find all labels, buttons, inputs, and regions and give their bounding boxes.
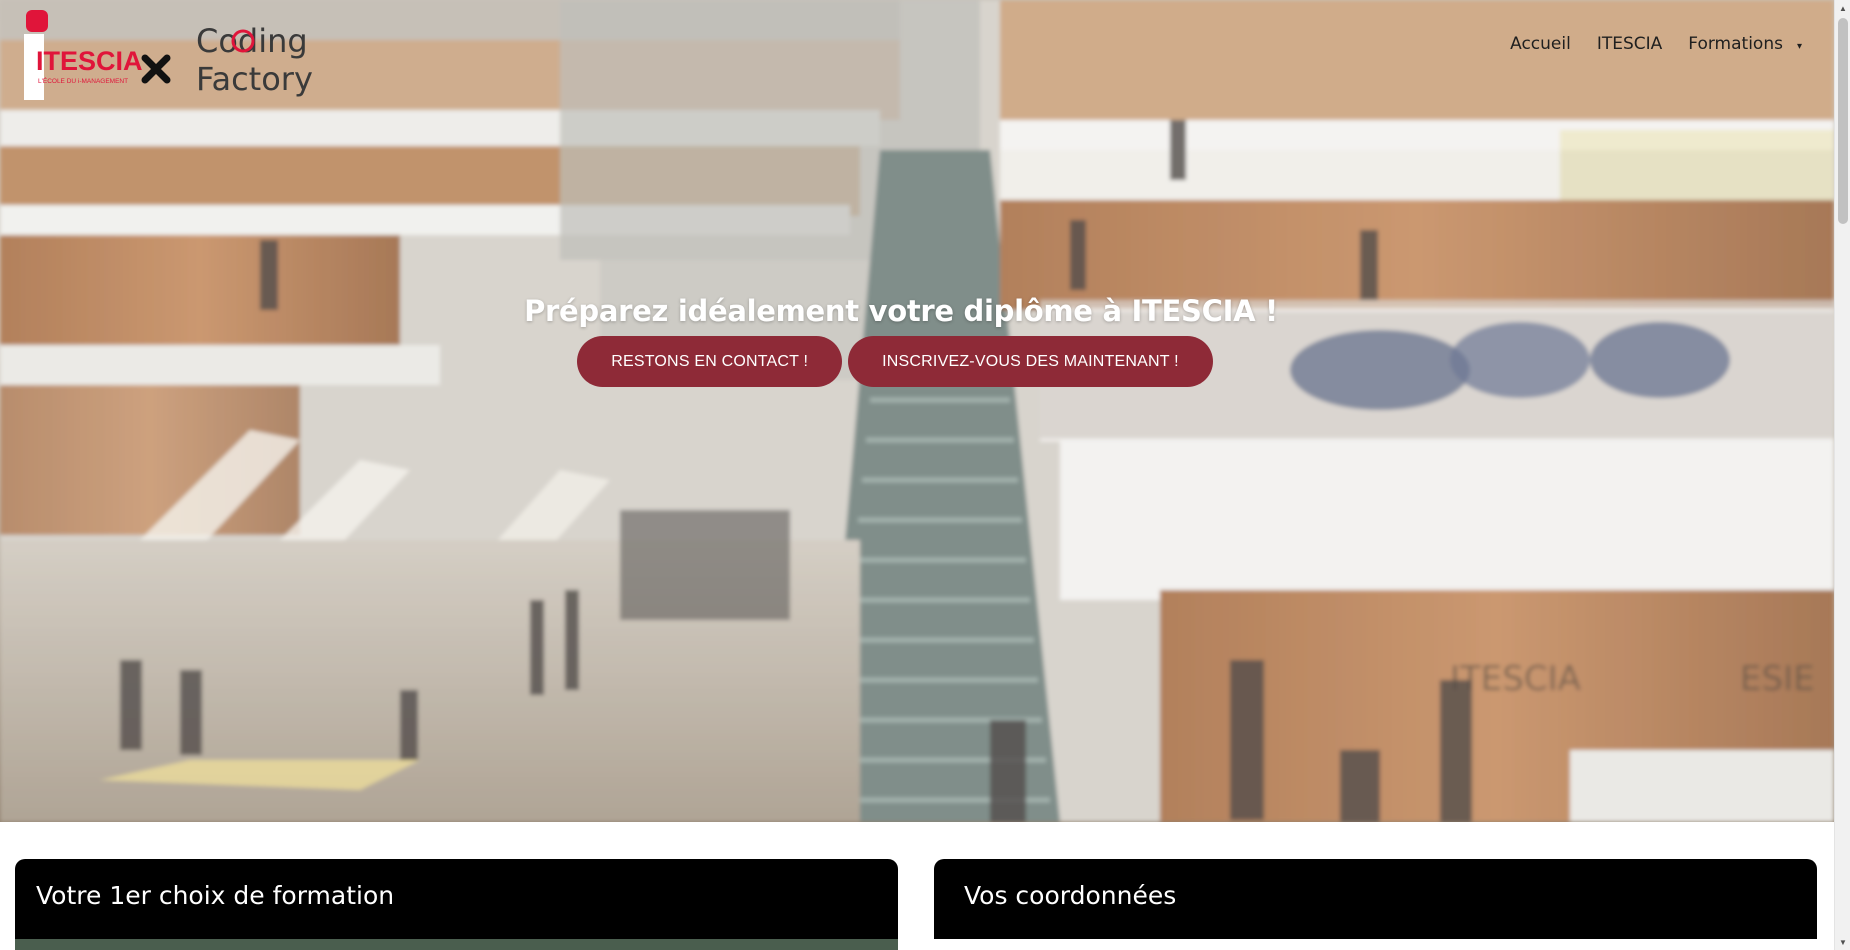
- chevron-down-icon[interactable]: ▾: [1797, 41, 1802, 52]
- contact-details-title: Vos coordonnées: [964, 881, 1177, 910]
- nav-accueil[interactable]: Accueil: [1510, 34, 1571, 54]
- formation-choice-card: Votre 1er choix de formation: [15, 859, 898, 950]
- logo-icon: ITESCIA L'ÉCOLE DU i-MANAGEMENT Coding F…: [24, 10, 313, 100]
- vertical-scrollbar[interactable]: ▲ ▼: [1834, 0, 1850, 950]
- hero-content: Préparez idéalement votre diplôme à ITES…: [0, 294, 1834, 387]
- nav-itescia[interactable]: ITESCIA: [1597, 34, 1662, 54]
- scrollbar-thumb[interactable]: [1838, 18, 1848, 224]
- page: ITESCIA ESIE ITESCIA L'ÉCOLE DU i-MANAGE…: [0, 0, 1850, 950]
- scroll-up-arrow-icon[interactable]: ▲: [1835, 0, 1850, 16]
- itescia-codingfactory-logo[interactable]: ITESCIA L'ÉCOLE DU i-MANAGEMENT Coding F…: [12, 8, 322, 104]
- svg-text:L'ÉCOLE DU i-MANAGEMENT: L'ÉCOLE DU i-MANAGEMENT: [38, 76, 128, 85]
- hero-section: ITESCIA ESIE ITESCIA L'ÉCOLE DU i-MANAGE…: [0, 0, 1834, 822]
- contact-details-card: Vos coordonnées: [934, 859, 1817, 950]
- hero-cta-row: RESTONS EN CONTACT ! INSCRIVEZ-VOUS DES …: [577, 336, 1213, 387]
- hero-title: Préparez idéalement votre diplôme à ITES…: [524, 294, 1278, 328]
- scroll-down-arrow-icon[interactable]: ▼: [1835, 934, 1850, 950]
- main-navigation: Accueil ITESCIA Formations ▾: [1510, 34, 1802, 54]
- formation-choice-title: Votre 1er choix de formation: [36, 881, 395, 910]
- contact-details-content-top: [934, 939, 1817, 950]
- formation-choice-content-top: [15, 939, 898, 950]
- hero-background-image: ITESCIA ESIE: [0, 0, 1834, 822]
- svg-text:Factory: Factory: [196, 60, 313, 98]
- register-button[interactable]: INSCRIVEZ-VOUS DES MAINTENANT !: [848, 336, 1213, 387]
- contact-button[interactable]: RESTONS EN CONTACT !: [577, 336, 843, 387]
- nav-formations[interactable]: Formations: [1688, 34, 1783, 54]
- svg-text:ITESCIA: ITESCIA: [36, 46, 143, 76]
- nav-formations-dropdown[interactable]: Formations ▾: [1688, 34, 1802, 54]
